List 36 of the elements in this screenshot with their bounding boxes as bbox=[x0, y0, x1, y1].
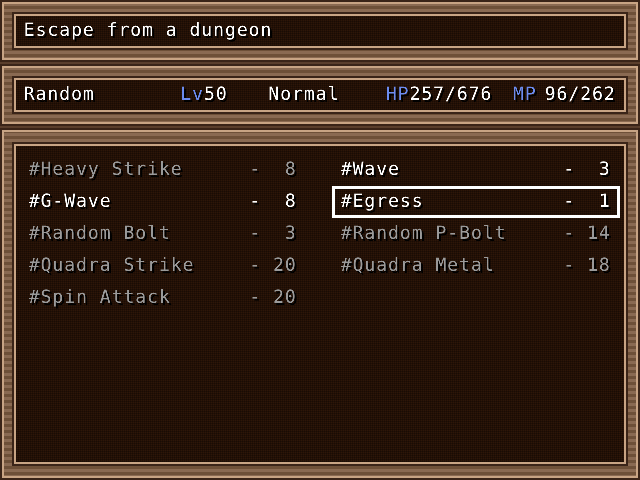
skill-name: #Quadra Strike bbox=[29, 254, 195, 278]
skill-cost: - 20 bbox=[250, 286, 297, 310]
skill-cost: - 3 bbox=[564, 158, 611, 182]
skill-item[interactable]: #Wave - 3 bbox=[332, 154, 620, 186]
skill-cost: - 8 bbox=[250, 158, 297, 182]
skill-name: #Wave bbox=[341, 158, 400, 182]
skill-name: #Spin Attack bbox=[29, 286, 172, 310]
level-value: 50 bbox=[204, 83, 228, 107]
skill-name: #Random Bolt bbox=[29, 222, 172, 246]
skill-name: #G-Wave bbox=[29, 190, 112, 214]
hp-value: 257/676 bbox=[410, 83, 493, 107]
skill-name: #Random P-Bolt bbox=[341, 222, 507, 246]
skill-item[interactable]: #Egress - 1 bbox=[332, 186, 620, 218]
skill-item[interactable]: #Quadra Metal - 18 bbox=[332, 250, 620, 282]
skill-cost: - 18 bbox=[564, 254, 611, 278]
skill-name: #Quadra Metal bbox=[341, 254, 495, 278]
help-text: Escape from a dungeon bbox=[24, 19, 273, 43]
skill-cost: - 1 bbox=[564, 190, 611, 214]
character-name: Random bbox=[24, 83, 96, 107]
skill-name: #Heavy Strike bbox=[29, 158, 183, 182]
skill-item[interactable]: #Random Bolt - 3 bbox=[20, 218, 306, 250]
skill-cost: - 14 bbox=[564, 222, 611, 246]
mp-label: MP bbox=[513, 83, 537, 107]
skill-cost: - 20 bbox=[250, 254, 297, 278]
skill-item[interactable]: #Heavy Strike - 8 bbox=[20, 154, 306, 186]
skill-item[interactable]: #G-Wave - 8 bbox=[20, 186, 306, 218]
mp-value: 96/262 bbox=[544, 83, 616, 107]
level-label: Lv bbox=[180, 83, 204, 107]
skill-item[interactable]: #Spin Attack - 20 bbox=[20, 282, 306, 314]
skill-cost: - 8 bbox=[250, 190, 297, 214]
status-state: Normal bbox=[268, 83, 341, 107]
skill-name: #Egress bbox=[341, 190, 424, 214]
skill-item[interactable]: #Quadra Strike - 20 bbox=[20, 250, 306, 282]
skill-cost: - 3 bbox=[250, 222, 297, 246]
hp-label: HP bbox=[386, 83, 410, 107]
skill-item[interactable]: #Random P-Bolt - 14 bbox=[332, 218, 620, 250]
